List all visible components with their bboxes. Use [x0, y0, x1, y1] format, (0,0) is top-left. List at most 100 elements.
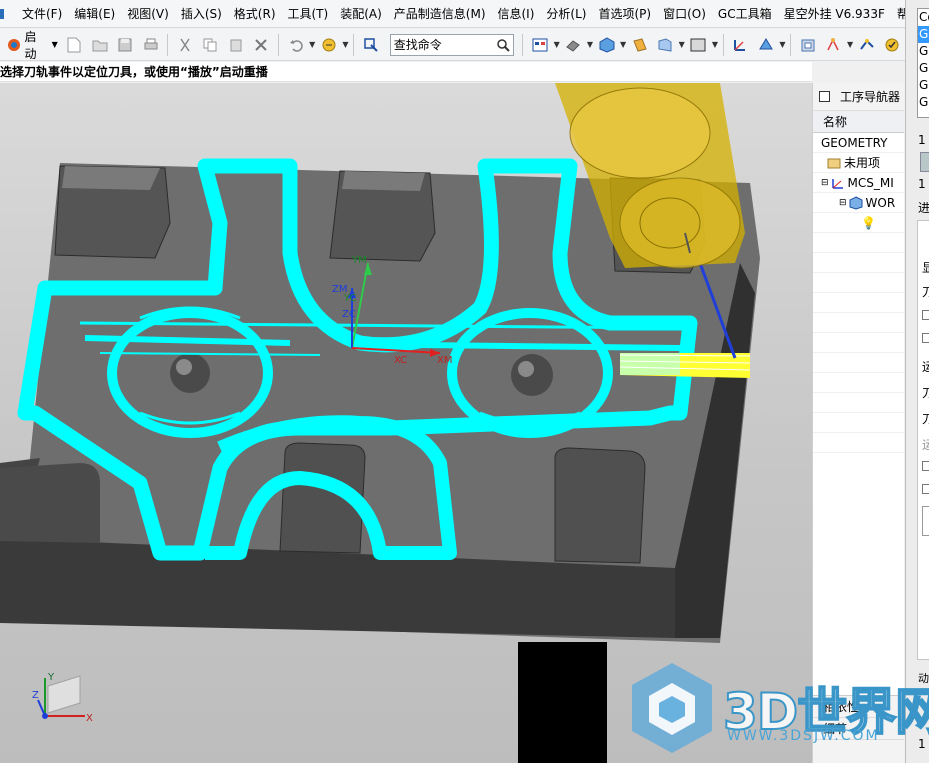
menu-view[interactable]: 视图(V): [127, 5, 175, 22]
chevron-down-icon[interactable]: ▼: [342, 34, 350, 56]
menu-assembly[interactable]: 装配(A): [340, 5, 388, 22]
tree-empty-row: [813, 393, 904, 413]
expand-minus-icon[interactable]: ⊟: [839, 198, 847, 208]
start-label: 启动: [24, 29, 37, 61]
verify-icon[interactable]: [881, 34, 902, 56]
navigator-view-row[interactable]: GEOMETRY: [813, 133, 904, 153]
motion-label-disabled: 运: [922, 436, 929, 453]
menu-edit[interactable]: 编辑(E): [74, 5, 121, 22]
navigator-column-name[interactable]: 名称: [813, 111, 904, 133]
tool-label: 刀: [922, 384, 929, 401]
undo-icon[interactable]: [285, 34, 306, 56]
menu-help[interactable]: 帮助(H): [897, 5, 905, 22]
tree-empty-row: [813, 313, 904, 333]
axis-label-xc: XC: [394, 355, 407, 366]
operation-list[interactable]: Co GC GC GC GC GC: [917, 8, 929, 118]
menu-insert[interactable]: 插入(S): [181, 5, 228, 22]
tree-empty-row: [813, 273, 904, 293]
option-checkbox[interactable]: [922, 310, 929, 320]
sphere-feature: [511, 354, 553, 396]
tree-node-workpiece[interactable]: ⊟ WOR: [813, 193, 904, 213]
operation-list-item[interactable]: Co: [918, 9, 929, 26]
command-search-text: 查找命令: [393, 38, 442, 52]
render-style-icon[interactable]: [563, 34, 584, 56]
machine-tool-icon[interactable]: [797, 34, 818, 56]
tool-label: 刀: [922, 283, 929, 300]
workpiece-icon: [849, 195, 863, 210]
delete-icon[interactable]: [251, 34, 272, 56]
menu-tools[interactable]: 工具(T): [288, 5, 335, 22]
menu-window[interactable]: 窗口(O): [663, 5, 712, 22]
tree-node-label: WOR: [865, 195, 896, 210]
tree-node-label: 未用项: [844, 156, 881, 170]
menu-analysis[interactable]: 分析(L): [546, 5, 592, 22]
chevron-down-icon[interactable]: ▼: [846, 34, 854, 56]
operation-list-item-selected[interactable]: GC: [918, 26, 929, 43]
menu-format[interactable]: 格式(R): [234, 5, 282, 22]
tree-node-operation[interactable]: 💡: [813, 213, 904, 233]
print-icon[interactable]: [140, 34, 161, 56]
command-finder-icon[interactable]: [360, 34, 381, 56]
snap-point-icon[interactable]: [755, 34, 776, 56]
new-file-icon[interactable]: [64, 34, 85, 56]
view-orient-icon[interactable]: [529, 34, 550, 56]
option-checkbox[interactable]: [922, 333, 929, 343]
dialog-tab-content: 显 刀 运 刀 刀 运: [917, 220, 929, 660]
chevron-down-icon[interactable]: ▼: [586, 34, 594, 56]
menu-file[interactable]: 文件(F): [22, 5, 68, 22]
toolbar-separator: [722, 33, 724, 56]
watermark-url: WWW.3DSJW.COM: [727, 728, 880, 744]
color-swatch-icon[interactable]: [688, 34, 709, 56]
operation-list-item[interactable]: GC: [918, 60, 929, 77]
axis-label-ym: YM: [351, 255, 367, 266]
menu-plugin[interactable]: 星空外挂 V6.933F: [784, 5, 891, 22]
menu-pmi[interactable]: 产品制造信息(M): [394, 5, 492, 22]
start-icon: [8, 38, 20, 51]
selection-filter-icon[interactable]: [318, 34, 339, 56]
menu-preferences[interactable]: 首选项(P): [598, 5, 657, 22]
chevron-down-icon[interactable]: ▼: [779, 34, 787, 56]
option-checkbox[interactable]: [922, 484, 929, 494]
start-button[interactable]: 启动 ▼: [2, 30, 62, 60]
tree-node-unused[interactable]: 未用项: [813, 153, 904, 173]
chevron-down-icon[interactable]: ▼: [678, 34, 686, 56]
list-scrollbar[interactable]: [920, 152, 929, 172]
command-search-input[interactable]: 查找命令: [389, 33, 515, 56]
section-view-icon[interactable]: [629, 34, 650, 56]
navigator-title: 工序导航器: [840, 90, 901, 104]
paste-icon[interactable]: [225, 34, 246, 56]
expand-minus-icon[interactable]: ⊟: [821, 178, 829, 188]
generate-path-icon[interactable]: [856, 34, 877, 56]
tree-empty-row: [813, 353, 904, 373]
save-icon[interactable]: [115, 34, 136, 56]
wcs-icon[interactable]: [730, 34, 751, 56]
cut-icon[interactable]: [174, 34, 195, 56]
menu-information[interactable]: 信息(I): [498, 5, 541, 22]
operation-list-item[interactable]: GC: [918, 43, 929, 60]
create-operation-icon[interactable]: [823, 34, 844, 56]
sphere-feature: [170, 353, 210, 393]
tool-label: 刀: [922, 410, 929, 427]
count-label: 1: [918, 177, 926, 191]
open-folder-icon[interactable]: [89, 34, 110, 56]
chevron-down-icon[interactable]: ▼: [553, 34, 561, 56]
chevron-down-icon[interactable]: ▼: [711, 34, 719, 56]
input-field[interactable]: [922, 506, 929, 536]
operation-list-item[interactable]: GC: [918, 77, 929, 94]
chevron-down-icon[interactable]: ▼: [308, 34, 316, 56]
chevron-down-icon[interactable]: ▼: [619, 34, 627, 56]
option-checkbox[interactable]: [922, 461, 929, 471]
tree-node-mcs[interactable]: ⊟ MCS_MI: [813, 173, 904, 193]
cube-icon[interactable]: [596, 34, 617, 56]
operation-list-item[interactable]: GC: [918, 94, 929, 111]
tree-empty-row: [813, 413, 904, 433]
navigator-pin-icon[interactable]: [819, 91, 830, 102]
display-label: 显: [922, 259, 929, 276]
navigator-title-bar[interactable]: 工序导航器: [813, 83, 904, 111]
folder-icon: [827, 156, 841, 170]
copy-icon[interactable]: [200, 34, 221, 56]
toolbar-separator: [277, 33, 279, 56]
layer-icon[interactable]: [654, 34, 675, 56]
menu-gc-toolkit[interactable]: GC工具箱: [718, 5, 778, 22]
search-icon[interactable]: [496, 38, 511, 52]
